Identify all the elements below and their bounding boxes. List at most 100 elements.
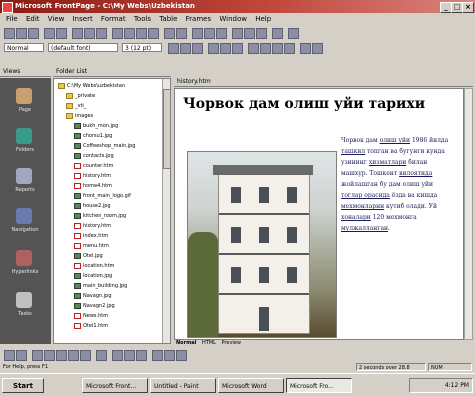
align-center-icon[interactable] bbox=[220, 43, 231, 54]
file-tree-item[interactable]: News.htm bbox=[74, 312, 108, 321]
editor-scrollbar[interactable] bbox=[464, 88, 473, 340]
tab-html[interactable]: HTML bbox=[202, 340, 216, 346]
font-color-icon[interactable] bbox=[312, 43, 323, 54]
taskbar-button[interactable]: Microsoft Word bbox=[218, 378, 284, 393]
folder-list-scrollbar[interactable] bbox=[162, 79, 170, 343]
font-color-icon[interactable] bbox=[136, 350, 147, 361]
italic-icon[interactable] bbox=[180, 43, 191, 54]
menu-view[interactable]: View bbox=[48, 14, 65, 25]
line-style-icon[interactable] bbox=[152, 350, 163, 361]
view-folders[interactable]: Folders bbox=[6, 126, 44, 156]
file-tree-item[interactable]: front_main_logo.gif bbox=[74, 192, 131, 201]
menu-table[interactable]: Table bbox=[159, 14, 177, 25]
line-color-icon[interactable] bbox=[124, 350, 135, 361]
3d-icon[interactable] bbox=[176, 350, 187, 361]
rectangle-icon[interactable] bbox=[56, 350, 67, 361]
new-page-icon[interactable] bbox=[4, 28, 15, 39]
menu-help[interactable]: Help bbox=[255, 14, 271, 25]
paste-icon[interactable] bbox=[136, 28, 147, 39]
hyperlink-icon[interactable] bbox=[232, 28, 243, 39]
file-tree-item[interactable]: index.htm bbox=[74, 232, 108, 241]
underline-icon[interactable] bbox=[192, 43, 203, 54]
hyperlink[interactable]: мулжалланган bbox=[341, 225, 388, 232]
autoshapes-icon[interactable] bbox=[16, 350, 27, 361]
file-tree-item[interactable]: Navagn2.jpg bbox=[74, 302, 115, 311]
view-navigation[interactable]: Navigation bbox=[6, 206, 44, 236]
file-tree-item[interactable]: menu.htm bbox=[74, 242, 109, 251]
menu-edit[interactable]: Edit bbox=[26, 14, 40, 25]
hyperlink[interactable]: олиш уйи bbox=[380, 137, 410, 144]
cut-icon[interactable] bbox=[112, 28, 123, 39]
publish-icon[interactable] bbox=[44, 28, 55, 39]
hyperlink[interactable]: тоглар орасида bbox=[341, 192, 390, 199]
file-tree-item[interactable]: Otel.jpg bbox=[74, 252, 103, 261]
oval-icon[interactable] bbox=[68, 350, 79, 361]
menu-tools[interactable]: Tools bbox=[134, 14, 151, 25]
font-size-select[interactable]: 3 (12 pt) bbox=[122, 43, 162, 52]
file-tree-item[interactable]: house2.jpg bbox=[74, 202, 111, 211]
file-tree-item[interactable]: location.htm bbox=[74, 262, 114, 271]
font-select[interactable]: (default font) bbox=[48, 43, 118, 52]
taskbar-button[interactable]: Untitled - Paint bbox=[150, 378, 216, 393]
textbox-icon[interactable] bbox=[80, 350, 91, 361]
format-painter-icon[interactable] bbox=[148, 28, 159, 39]
file-tree-item[interactable]: location.jpg bbox=[74, 272, 112, 281]
wordart-icon[interactable] bbox=[96, 350, 107, 361]
redo-icon[interactable] bbox=[176, 28, 187, 39]
building-photo[interactable] bbox=[187, 151, 337, 338]
open-icon[interactable] bbox=[16, 28, 27, 39]
hyperlink[interactable]: ташкил bbox=[341, 148, 365, 155]
decrease-indent-icon[interactable] bbox=[272, 43, 283, 54]
frontpage-app-icon[interactable] bbox=[2, 2, 13, 13]
file-tree-item[interactable]: home4.htm bbox=[74, 182, 112, 191]
file-tree-item[interactable]: chorsu1.jpg bbox=[74, 132, 112, 141]
increase-indent-icon[interactable] bbox=[284, 43, 295, 54]
menu-format[interactable]: Format bbox=[101, 14, 126, 25]
menu-frames[interactable]: Frames bbox=[186, 14, 211, 25]
taskbar-button[interactable]: Microsoft Fro... bbox=[286, 378, 352, 393]
start-button[interactable]: Start bbox=[2, 378, 44, 393]
print-icon[interactable] bbox=[72, 28, 83, 39]
highlight-icon[interactable] bbox=[300, 43, 311, 54]
file-tree-item[interactable]: history.htm bbox=[74, 172, 111, 181]
spelling-icon[interactable] bbox=[96, 28, 107, 39]
folder-tree-item[interactable]: _private bbox=[66, 92, 95, 101]
hyperlink[interactable]: хизматлари bbox=[369, 159, 406, 166]
bold-icon[interactable] bbox=[168, 43, 179, 54]
page-heading[interactable]: Чорвок дам олиш уйи тарихи bbox=[183, 95, 463, 113]
hyperlink[interactable]: мехмонларни bbox=[341, 203, 384, 210]
save-icon[interactable] bbox=[28, 28, 39, 39]
file-tree-item[interactable]: main_building.jpg bbox=[74, 282, 127, 291]
folder-list-icon[interactable] bbox=[56, 28, 67, 39]
view-reports[interactable]: Reports bbox=[6, 166, 44, 196]
taskbar-button[interactable]: Microsoft Front... bbox=[82, 378, 148, 393]
shadow-icon[interactable] bbox=[164, 350, 175, 361]
file-tree-item[interactable]: counter.htm bbox=[74, 162, 113, 171]
line-icon[interactable] bbox=[32, 350, 43, 361]
tab-normal[interactable]: Normal bbox=[176, 340, 196, 346]
hyperlink[interactable]: вилоятида bbox=[399, 170, 432, 177]
fill-color-icon[interactable] bbox=[112, 350, 123, 361]
file-tree-item[interactable]: Coffeeshop_main.jpg bbox=[74, 142, 135, 151]
menu-insert[interactable]: Insert bbox=[73, 14, 93, 25]
hyperlink[interactable]: хоналари bbox=[341, 214, 371, 221]
file-tree-item[interactable]: history.htm bbox=[74, 222, 111, 231]
file-tree-item[interactable]: kitchen_room.jpg bbox=[74, 212, 126, 221]
file-tree-item[interactable]: Otel1.htm bbox=[74, 322, 108, 331]
draw-icon[interactable] bbox=[4, 350, 15, 361]
show-all-icon[interactable] bbox=[272, 28, 283, 39]
view-tasks[interactable]: Tasks bbox=[6, 290, 44, 320]
folder-tree-item[interactable]: C:\My Webs\uzbekistan bbox=[58, 82, 125, 91]
help-icon[interactable] bbox=[288, 28, 299, 39]
arrow-icon[interactable] bbox=[44, 350, 55, 361]
align-left-icon[interactable] bbox=[208, 43, 219, 54]
refresh-icon[interactable] bbox=[244, 28, 255, 39]
bulleted-list-icon[interactable] bbox=[260, 43, 271, 54]
view-hyperlinks[interactable]: Hyperlinks bbox=[6, 248, 44, 278]
body-paragraph[interactable]: Чорвок дам олиш уйи 1986 йилда ташкил то… bbox=[341, 135, 451, 234]
menu-file[interactable]: File bbox=[6, 14, 18, 25]
tab-preview[interactable]: Preview bbox=[222, 340, 241, 346]
preview-icon[interactable] bbox=[84, 28, 95, 39]
menu-window[interactable]: Window bbox=[219, 14, 247, 25]
insert-picture-icon[interactable] bbox=[216, 28, 227, 39]
